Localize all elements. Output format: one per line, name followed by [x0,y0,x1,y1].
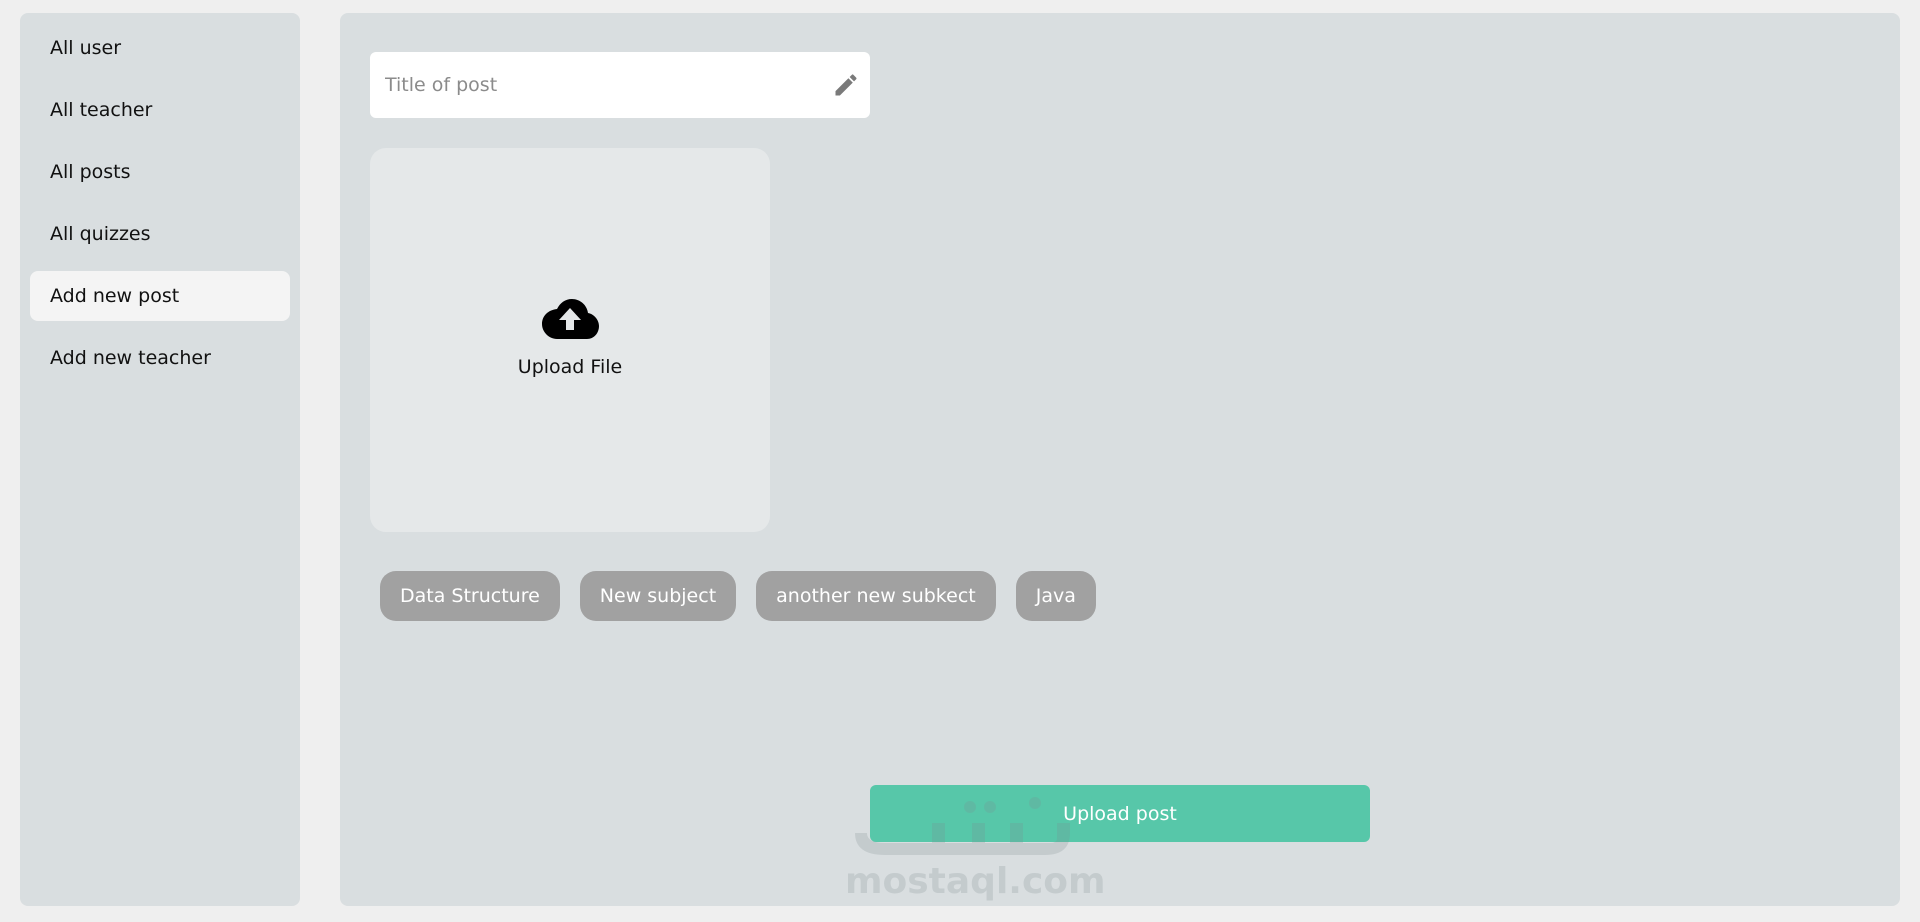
sidebar-item-all-teacher[interactable]: All teacher [30,85,290,135]
pencil-icon[interactable] [832,71,860,99]
sidebar-item-add-new-post[interactable]: Add new post [30,271,290,321]
sidebar: All user All teacher All posts All quizz… [20,13,300,906]
main-panel: Upload File Data Structure New subject a… [340,13,1900,906]
upload-file-dropzone[interactable]: Upload File [370,148,770,532]
tag-data-structure[interactable]: Data Structure [380,571,560,621]
cloud-upload-icon [542,299,599,339]
watermark-text: mostaql.com [845,861,1106,902]
title-field [370,52,870,118]
upload-file-label: Upload File [517,356,623,378]
tag-another-new-subkect[interactable]: another new subkect [756,571,996,621]
upload-post-button[interactable]: Upload post [870,785,1370,842]
title-input[interactable] [370,52,810,118]
subject-tags: Data Structure New subject another new s… [380,571,1096,621]
tag-java[interactable]: Java [1015,571,1096,621]
sidebar-item-all-posts[interactable]: All posts [30,147,290,197]
sidebar-item-all-user[interactable]: All user [30,23,290,73]
tag-new-subject[interactable]: New subject [579,571,737,621]
app: All user All teacher All posts All quizz… [0,0,1920,922]
sidebar-item-add-new-teacher[interactable]: Add new teacher [30,333,290,383]
sidebar-item-all-quizzes[interactable]: All quizzes [30,209,290,259]
